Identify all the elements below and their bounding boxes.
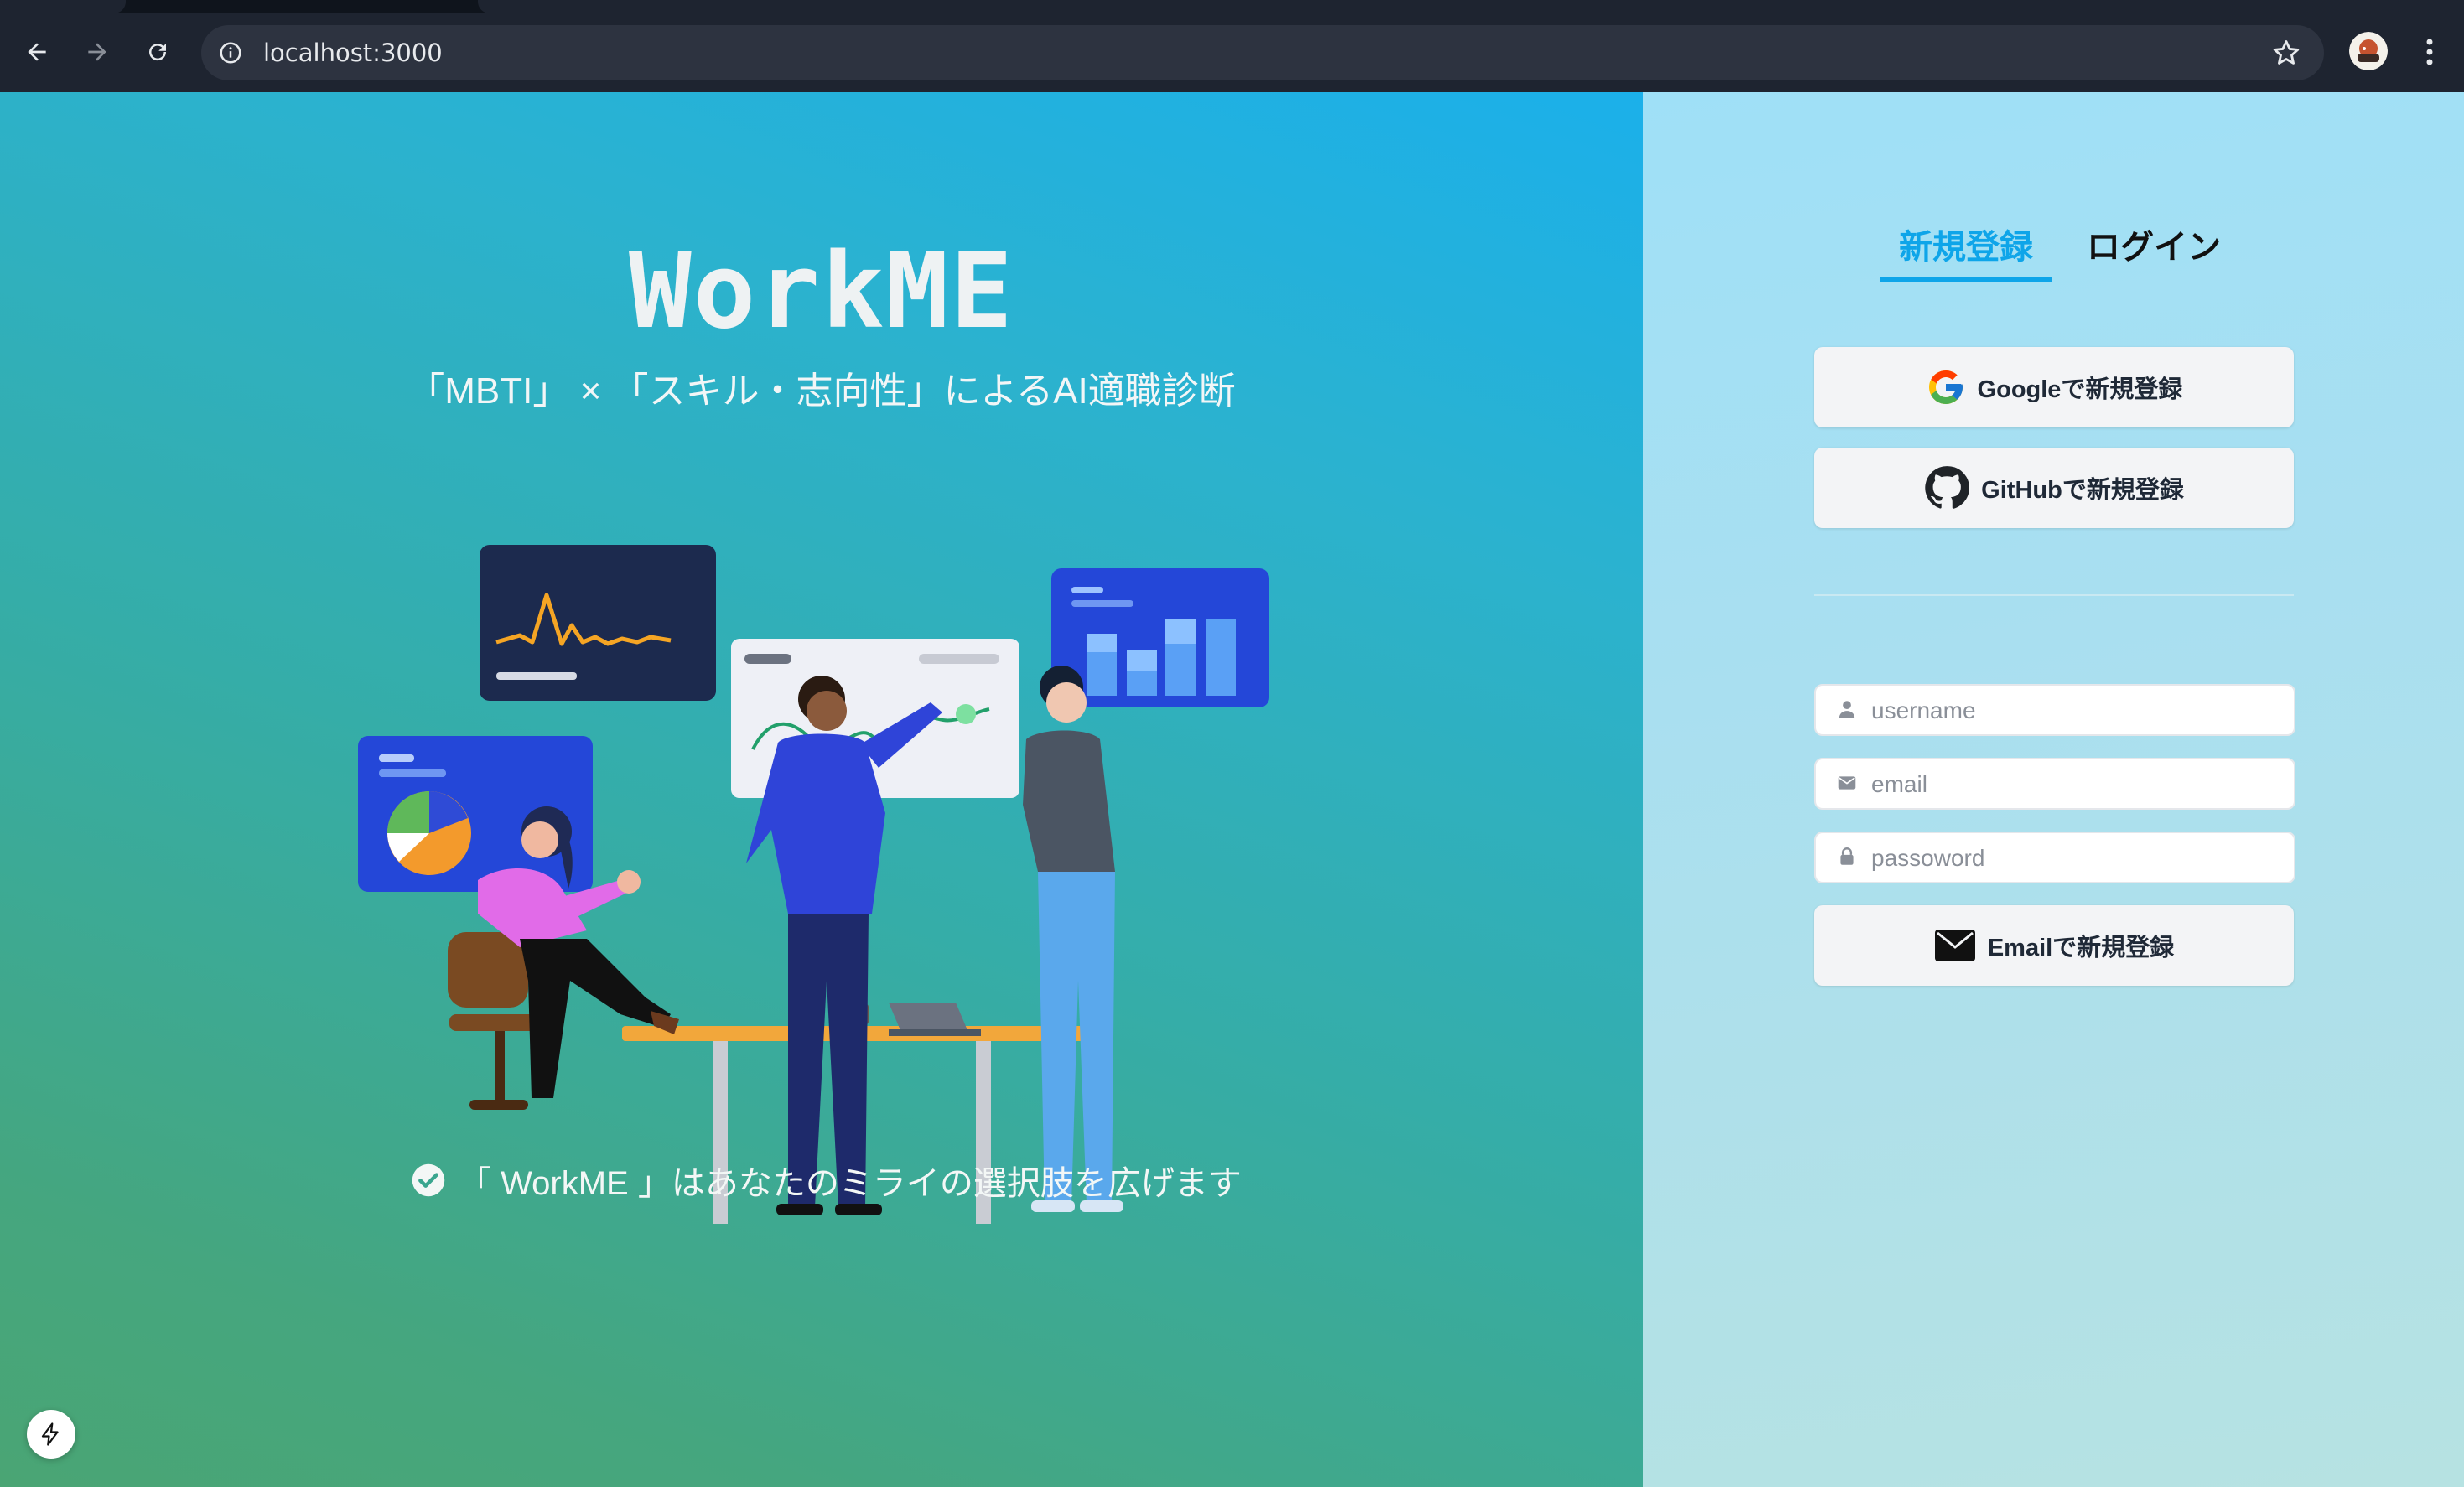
- username-field[interactable]: [1814, 684, 2295, 736]
- profile-avatar[interactable]: [2349, 32, 2388, 70]
- lightning-bolt-icon: [41, 1422, 59, 1446]
- google-signup-label: Googleで新規登録: [1977, 376, 2183, 403]
- auth-panel: 新規登録 ログイン Googleで新規登録 GitHubで新規登録 Emailで…: [1643, 92, 2464, 1487]
- github-signup-label: GitHubで新規登録: [1981, 477, 2184, 504]
- nextjs-dev-indicator[interactable]: [27, 1410, 75, 1459]
- tab-login[interactable]: ログイン: [2068, 220, 2239, 282]
- more-menu-button[interactable]: [2413, 34, 2446, 70]
- site-info-button[interactable]: [213, 35, 248, 70]
- lock-icon: [1840, 847, 1854, 865]
- forward-arrow-icon: [88, 43, 106, 61]
- reload-button[interactable]: [136, 30, 179, 74]
- browser-toolbar: localhost:3000: [0, 0, 2464, 92]
- bookmark-star-icon[interactable]: [2270, 37, 2302, 69]
- tab-signup[interactable]: 新規登録: [1880, 220, 2052, 282]
- back-arrow-icon: [28, 43, 46, 61]
- back-button[interactable]: [15, 30, 59, 74]
- email-field[interactable]: [1814, 758, 2295, 810]
- standing-man-figure: [1023, 666, 1123, 1212]
- username-input[interactable]: [1870, 686, 2284, 736]
- mail-icon: [1838, 776, 1856, 790]
- site-info-icon: [220, 42, 241, 64]
- bar-chart-card: [1051, 568, 1269, 707]
- line-chart-card: [480, 545, 716, 701]
- user-icon: [1839, 701, 1855, 718]
- envelope-icon: [1934, 930, 1975, 961]
- inactive-tab-edge[interactable]: [478, 0, 2464, 13]
- url-text[interactable]: localhost:3000: [263, 25, 443, 80]
- email-signup-label: Emailで新規登録: [1987, 935, 2175, 961]
- password-field[interactable]: [1814, 832, 2295, 883]
- auth-tabs: 新規登録 ログイン: [1880, 220, 2239, 282]
- app-subtitle: 「MBTI」 × 「スキル・志向性」によるAI適職診断: [407, 370, 1236, 412]
- email-signup-button[interactable]: Emailで新規登録: [1814, 905, 2294, 986]
- reload-icon: [149, 44, 167, 61]
- check-circle-icon: [412, 1163, 445, 1197]
- more-menu-icon: [2426, 39, 2433, 65]
- google-signup-button[interactable]: Googleで新規登録: [1814, 347, 2294, 427]
- hero-section: WorkME 「MBTI」 × 「スキル・志向性」によるAI適職診断 「 Wor…: [0, 92, 1643, 1487]
- forward-button[interactable]: [75, 30, 119, 74]
- email-input[interactable]: [1870, 759, 2284, 810]
- app-title: WorkME: [629, 231, 1014, 352]
- tab-strip: [0, 0, 2464, 13]
- avatar-image: [2349, 32, 2388, 70]
- tagline-text: 「 WorkME 」はあなたのミライの選択肢を広げます: [458, 1165, 1242, 1202]
- active-tab-edge[interactable]: [0, 0, 126, 13]
- github-signup-button[interactable]: GitHubで新規登録: [1814, 448, 2294, 528]
- password-input[interactable]: [1870, 833, 2284, 883]
- google-icon: [1928, 370, 1963, 404]
- tagline: 「 WorkME 」はあなたのミライの選択肢を広げます: [411, 1153, 1242, 1208]
- address-bar[interactable]: localhost:3000: [201, 25, 2324, 80]
- section-divider: [1814, 594, 2294, 596]
- team-analytics-illustration: [358, 545, 1269, 1224]
- github-icon: [1925, 466, 1970, 509]
